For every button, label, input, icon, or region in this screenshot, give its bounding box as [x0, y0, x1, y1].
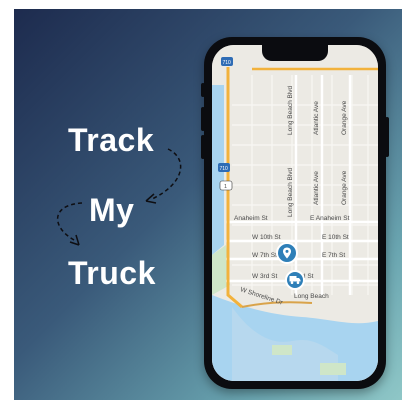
- phone-volume-up-button: [201, 107, 205, 131]
- truck-icon[interactable]: [285, 270, 305, 290]
- svg-text:E Anaheim St: E Anaheim St: [310, 215, 350, 222]
- svg-text:W 7th St: W 7th St: [252, 252, 277, 259]
- svg-text:710: 710: [220, 166, 229, 172]
- phone-mute-button: [201, 83, 205, 97]
- headline-truck: Truck: [68, 255, 156, 291]
- svg-text:E 7th St: E 7th St: [322, 252, 345, 259]
- svg-text:W 3rd St: W 3rd St: [252, 273, 277, 280]
- svg-text:710: 710: [223, 60, 232, 66]
- phone-notch: [262, 45, 328, 61]
- svg-text:1: 1: [224, 184, 227, 190]
- headline-my: My: [89, 192, 135, 228]
- svg-text:Long Beach: Long Beach: [294, 293, 329, 300]
- svg-text:Orange Ave: Orange Ave: [341, 170, 348, 205]
- svg-text:Anaheim St: Anaheim St: [234, 215, 268, 222]
- street-map[interactable]: 710 1 710 Long Beach Blvd Atlantic Ave O…: [212, 45, 378, 381]
- svg-text:Long Beach Blvd: Long Beach Blvd: [287, 167, 294, 217]
- headline-track: Track: [68, 122, 155, 158]
- svg-text:Atlantic Ave: Atlantic Ave: [313, 101, 320, 135]
- svg-text:Long Beach Blvd: Long Beach Blvd: [287, 85, 294, 135]
- map-screen[interactable]: 710 1 710 Long Beach Blvd Atlantic Ave O…: [212, 45, 378, 381]
- svg-text:E 10th St: E 10th St: [322, 234, 349, 241]
- svg-text:Atlantic Ave: Atlantic Ave: [313, 171, 320, 205]
- location-pin-icon[interactable]: [276, 242, 298, 264]
- promo-card: Track My Truck 710 1 710 Long Beach Blvd…: [14, 9, 402, 400]
- svg-text:Orange Ave: Orange Ave: [341, 100, 348, 135]
- phone-volume-down-button: [201, 135, 205, 159]
- smartphone: 710 1 710 Long Beach Blvd Atlantic Ave O…: [201, 37, 389, 389]
- phone-power-button: [385, 117, 389, 157]
- svg-text:W 10th St: W 10th St: [252, 234, 281, 241]
